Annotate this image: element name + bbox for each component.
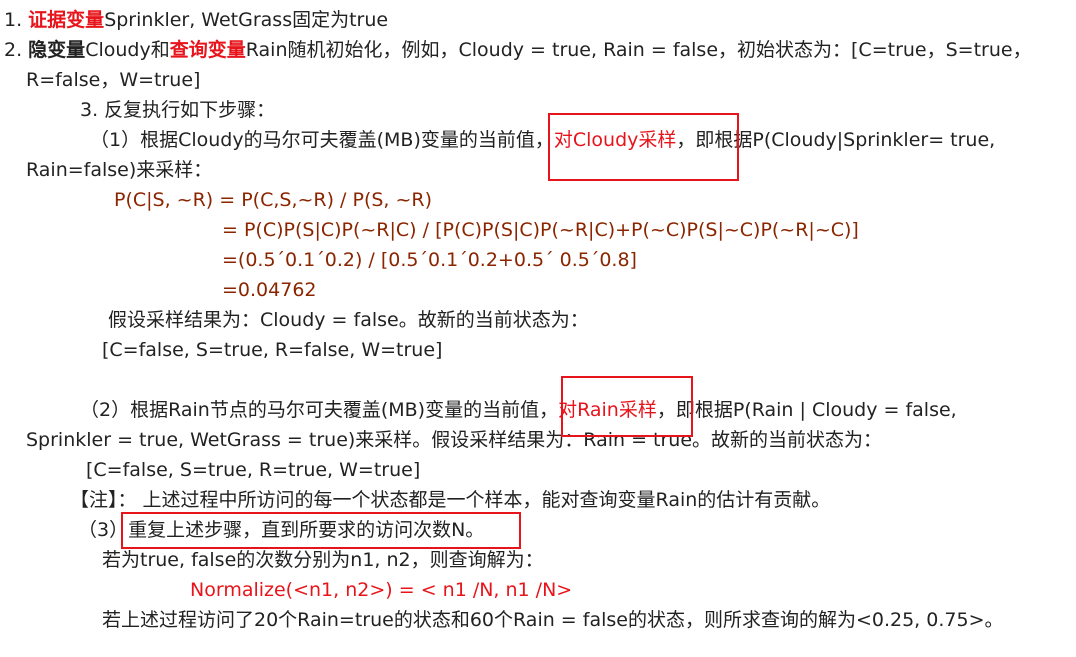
item-1-text: Sprinkler, WetGrass固定为true: [104, 9, 389, 31]
formula-line-3: =(0.5´0.1´0.2) / [0.5´0.1´0.2+0.5´ 0.5´0…: [222, 249, 637, 271]
sample-rain-highlight: 对Rain采样: [558, 399, 657, 421]
sample-cloudy-highlight: 对Cloudy采样: [553, 129, 677, 151]
sub-step-2-continuation: Sprinkler = true, WetGrass = true)来采样。假设…: [26, 429, 883, 451]
item-2-continuation: R=false，W=true]: [26, 69, 201, 91]
state-2: [C=false, S=true, R=true, W=true]: [86, 459, 421, 481]
formula-line-2: = P(C)P(S|C)P(~R|C) / [P(C)P(S|C)P(~R|C)…: [222, 219, 859, 241]
hidden-variable-label: 隐变量: [28, 39, 86, 61]
step-3-heading: 3. 反复执行如下步骤：: [80, 99, 276, 121]
item-2-mid: Cloudy和: [85, 39, 170, 61]
item-2: 2. 隐变量Cloudy和查询变量Rain随机初始化，例如，Cloudy = t…: [4, 35, 1032, 65]
formula-line-4: =0.04762: [222, 279, 317, 301]
evidence-variable-label: 证据变量: [28, 9, 105, 31]
sub-step-2-suffix: ，即根据P(Rain | Cloudy = false,: [656, 399, 957, 421]
sub-step-3: （3）重复上述步骤，直到所要求的访问次数N。: [78, 519, 485, 541]
assumption-1: 假设采样结果为：Cloudy = false。故新的当前状态为：: [108, 309, 589, 331]
note: 【注】： 上述过程中所访问的每一个状态都是一个样本，能对查询变量Rain的估计有…: [70, 489, 831, 511]
query-variable-label: 查询变量: [169, 39, 246, 61]
sub-step-1-suffix: ，即根据P(Cloudy|Sprinkler= true,: [676, 129, 996, 151]
counts-text: 若为true, false的次数分别为n1, n2，则查询解为：: [102, 549, 544, 571]
sub-step-1-prefix: （1）根据Cloudy的马尔可夫覆盖(MB)变量的当前值，: [90, 129, 554, 151]
normalize-formula: Normalize(<n1, n2>) = < n1 /N, n1 /N>: [190, 579, 573, 601]
conclusion: 若上述过程访问了20个Rain=true的状态和60个Rain = false的…: [102, 609, 1004, 631]
sub-step-1-continuation: Rain=false)来采样：: [26, 159, 213, 181]
item-1: 1. 证据变量Sprinkler, WetGrass固定为true: [4, 5, 388, 35]
item-2-number: 2.: [4, 39, 29, 61]
sub-step-2: （2）根据Rain节点的马尔可夫覆盖(MB)变量的当前值，对Rain采样，即根据…: [80, 395, 957, 425]
sub-step-2-prefix: （2）根据Rain节点的马尔可夫覆盖(MB)变量的当前值，: [80, 399, 559, 421]
sub-step-1: （1）根据Cloudy的马尔可夫覆盖(MB)变量的当前值，对Cloudy采样，即…: [90, 125, 995, 155]
formula-line-1: P(C|S, ~R) = P(C,S,~R) / P(S, ~R): [114, 189, 433, 211]
item-2-text: Rain随机初始化，例如，Cloudy = true, Rain = false…: [245, 39, 1032, 61]
state-1: [C=false, S=true, R=false, W=true]: [102, 339, 443, 361]
item-1-number: 1.: [4, 9, 29, 31]
